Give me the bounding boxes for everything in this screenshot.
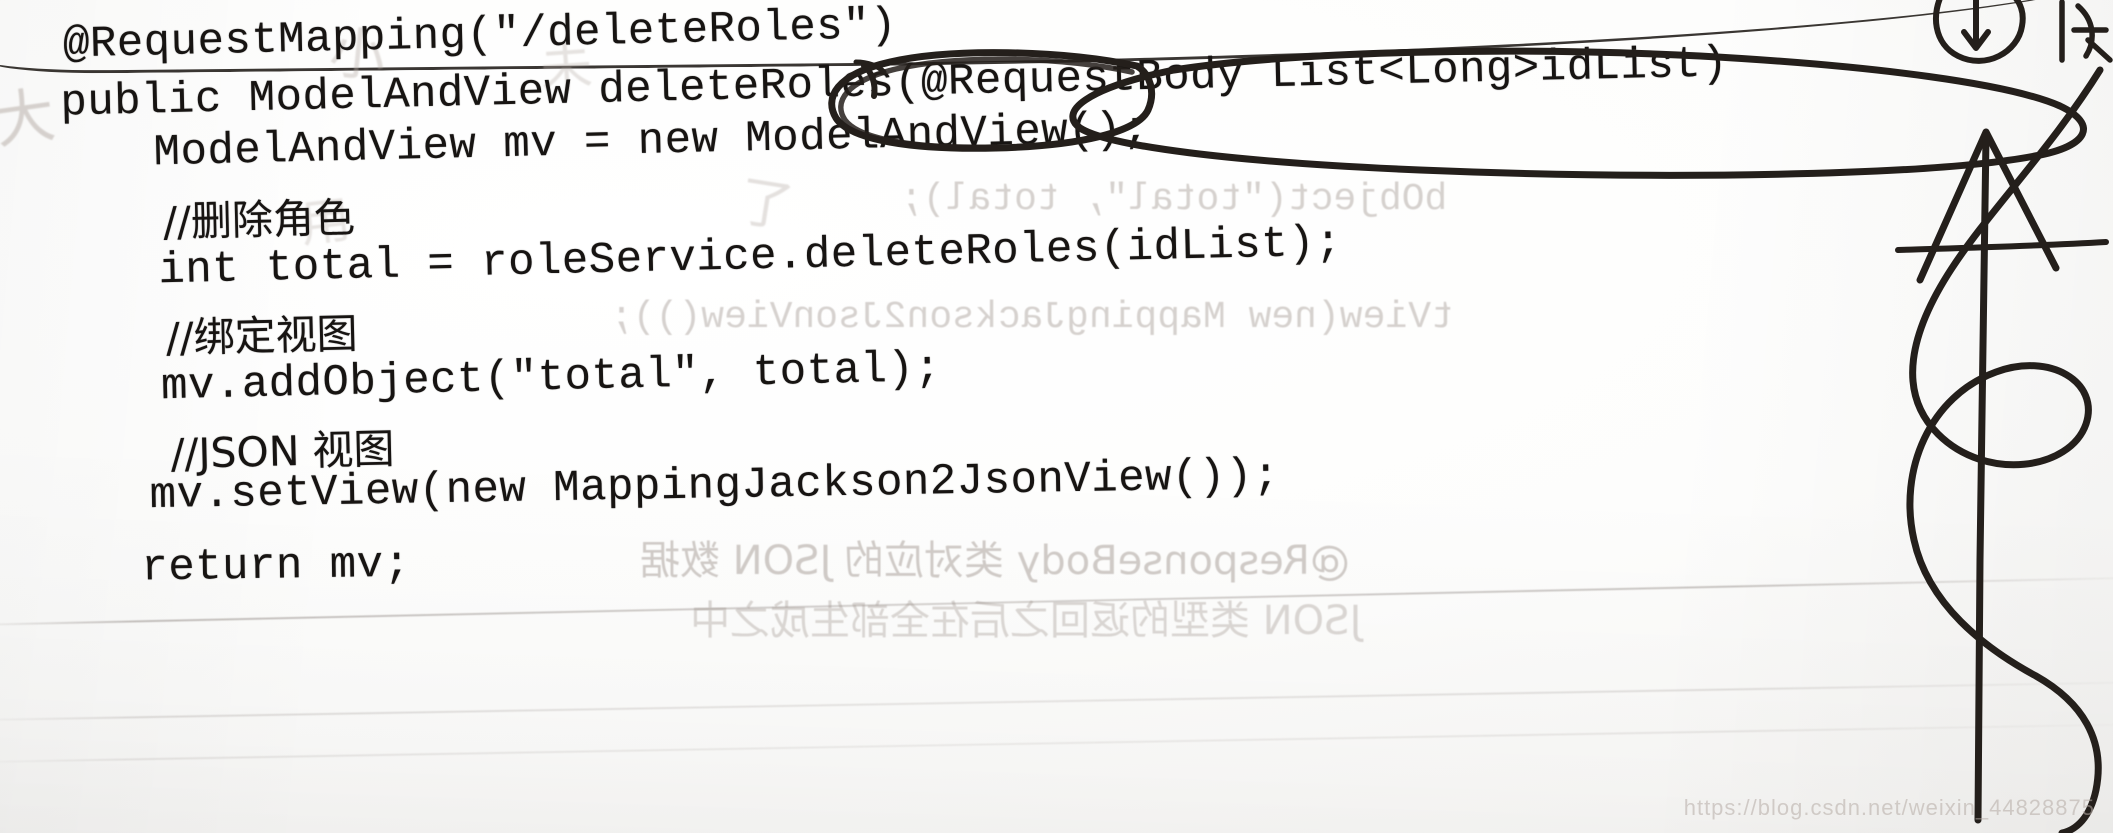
code-line-return: return mv; bbox=[141, 539, 411, 594]
code-comment-bind-view: //绑定视图 bbox=[165, 309, 359, 363]
code-line-annotation-requestmapping: @RequestMapping("/deleteRoles") bbox=[62, 0, 898, 71]
code-comment-delete-role: //删除角色 bbox=[162, 193, 356, 247]
csdn-watermark: https://blog.csdn.net/weixin_44828875 bbox=[1683, 795, 2095, 820]
code-block: @RequestMapping("/deleteRoles") public M… bbox=[0, 0, 2113, 833]
